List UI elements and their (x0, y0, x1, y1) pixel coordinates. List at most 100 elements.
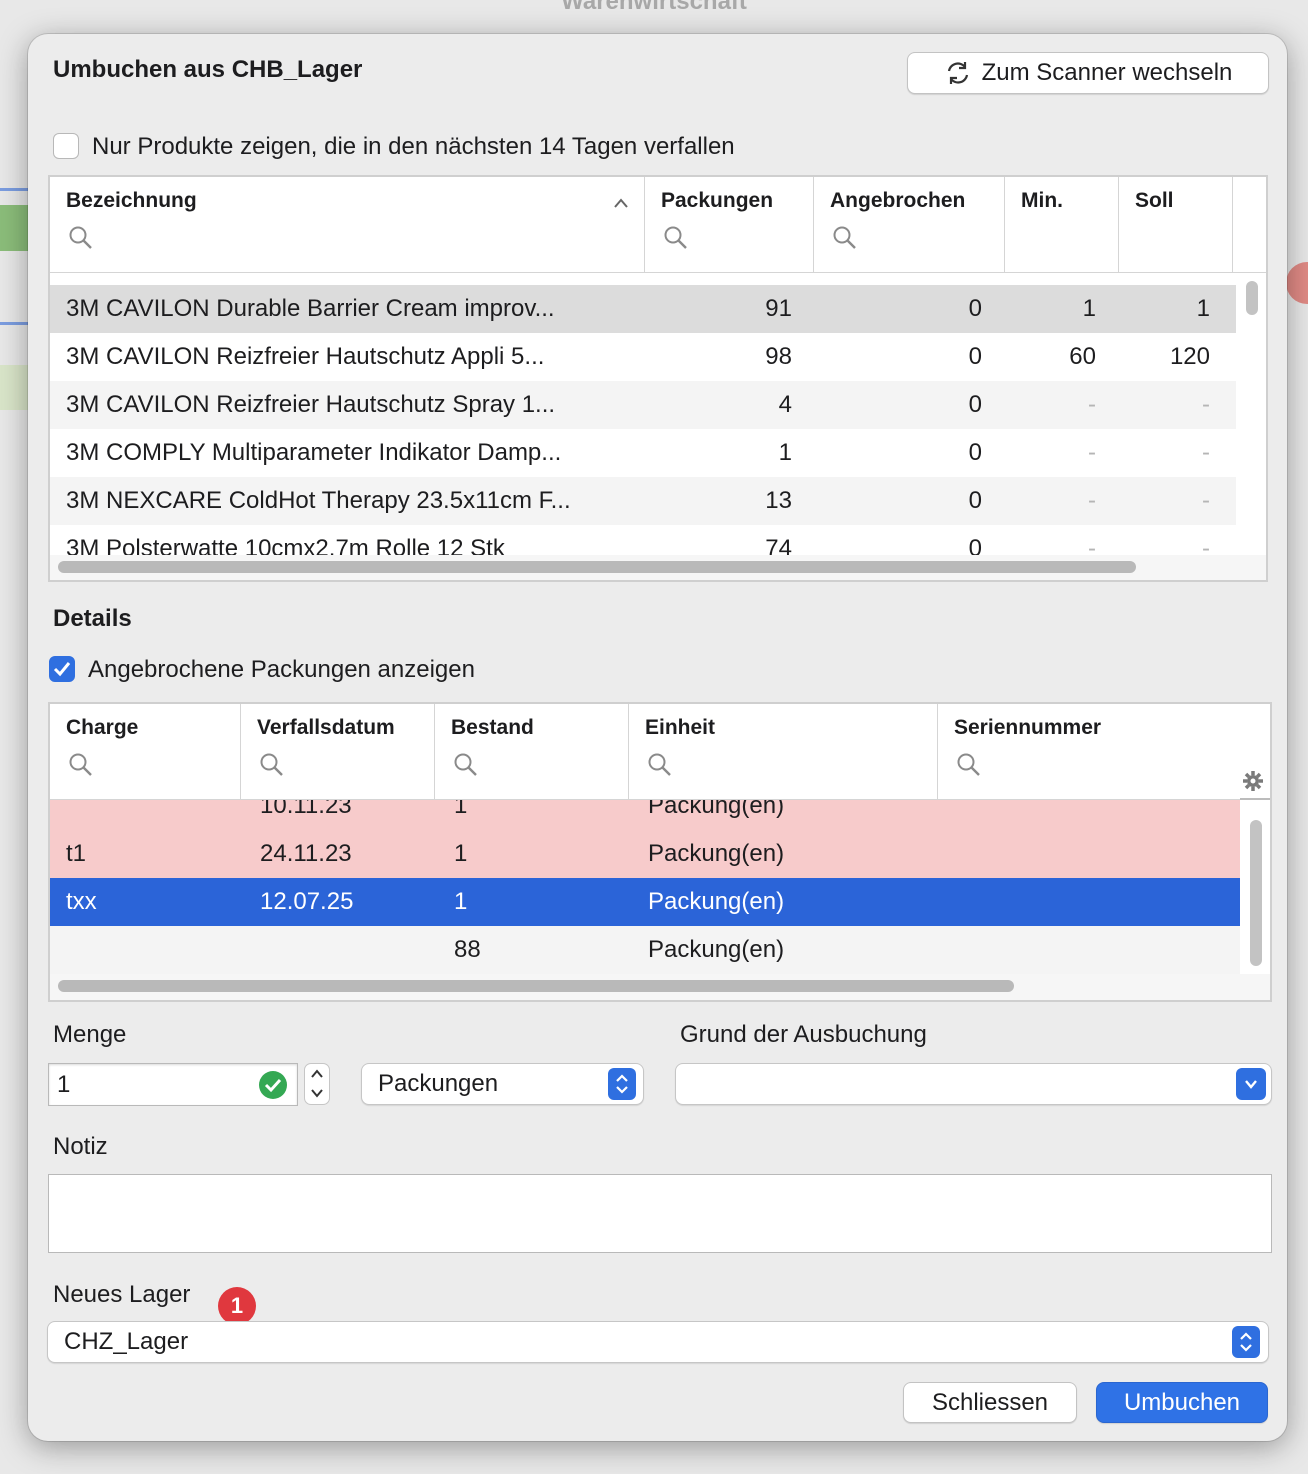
soll-value: - (1202, 535, 1210, 555)
horizontal-scrollbar[interactable] (58, 561, 1136, 573)
expiry-filter-label: Nur Produkte zeigen, die in den nächsten… (92, 133, 735, 160)
details-heading: Details (53, 605, 132, 632)
grund-select[interactable] (675, 1063, 1272, 1105)
search-icon[interactable] (259, 752, 285, 778)
show-opened-checkbox[interactable] (49, 656, 75, 682)
product-row[interactable]: 3M NEXCARE ColdHot Therapy 23.5x11cm F..… (50, 477, 1236, 525)
soll-value: 120 (1169, 343, 1210, 370)
column-header-bestand[interactable]: Bestand (435, 704, 629, 799)
column-header-einheit[interactable]: Einheit (629, 704, 938, 799)
product-row[interactable]: 3M CAVILON Durable Barrier Cream improv.… (50, 285, 1236, 333)
updown-chevron-icon (1232, 1326, 1260, 1358)
chevron-up-icon[interactable] (310, 1069, 324, 1079)
column-title: Angebrochen (830, 189, 966, 212)
soll-value: - (1202, 391, 1210, 418)
packungen-value: 74 (765, 535, 792, 555)
serial-value (957, 830, 1237, 878)
chevron-down-icon (1236, 1068, 1266, 1100)
chevron-down-icon[interactable] (310, 1088, 324, 1098)
batch-row[interactable]: t1 24.11.23 1 Packung(en) (50, 830, 1240, 878)
column-title: Min. (1021, 189, 1063, 212)
search-icon[interactable] (68, 752, 94, 778)
column-header-seriennummer[interactable]: Seriennummer (938, 704, 1270, 799)
vertical-scrollbar[interactable] (1250, 820, 1262, 966)
vertical-scrollbar[interactable] (1246, 281, 1258, 315)
menge-input[interactable]: 1 (48, 1063, 298, 1106)
expiry-value (260, 926, 430, 974)
close-button[interactable]: Schliessen (903, 1382, 1077, 1423)
gear-icon[interactable] (1242, 770, 1264, 792)
product-name: 3M CAVILON Reizfreier Hautschutz Appli 5… (66, 343, 545, 370)
neues-lager-label: Neues Lager (53, 1281, 191, 1308)
angebrochen-value: 0 (968, 535, 982, 555)
header-divider (1240, 798, 1270, 800)
unit-value: Packung(en) (648, 840, 785, 867)
column-title: Bezeichnung (66, 189, 197, 212)
notiz-label: Notiz (53, 1133, 108, 1160)
notiz-textarea[interactable] (48, 1174, 1272, 1253)
charge-value: txx (66, 888, 97, 915)
unit-value: Packung(en) (648, 888, 785, 915)
serial-value (957, 878, 1237, 926)
stock-value: 1 (454, 840, 468, 867)
unit-select-value: Packungen (378, 1070, 499, 1097)
column-title: Seriennummer (954, 716, 1102, 739)
min-value: - (1088, 535, 1096, 555)
column-header-min[interactable]: Min. (1005, 177, 1119, 272)
search-icon[interactable] (663, 225, 689, 251)
column-title: Verfallsdatum (257, 716, 395, 739)
search-icon[interactable] (68, 225, 94, 251)
sort-ascending-icon (614, 198, 628, 208)
horizontal-scrollbar[interactable] (58, 980, 1014, 992)
notification-badge: 1 (218, 1287, 256, 1325)
packungen-value: 1 (778, 439, 792, 466)
valid-check-icon (259, 1071, 287, 1099)
column-header-charge[interactable]: Charge (50, 704, 241, 799)
column-title: Bestand (451, 716, 534, 739)
window-title: Warenwirtschaft (561, 0, 747, 15)
batch-row[interactable]: 88 Packung(en) (50, 926, 1240, 974)
column-header-soll[interactable]: Soll (1119, 177, 1233, 272)
unit-value: Packung(en) (648, 936, 785, 963)
search-icon[interactable] (832, 225, 858, 251)
switch-to-scanner-label: Zum Scanner wechseln (981, 59, 1233, 86)
serial-value (957, 926, 1237, 974)
search-icon[interactable] (453, 752, 479, 778)
product-row[interactable]: 3M CAVILON Reizfreier Hautschutz Spray 1… (50, 381, 1236, 429)
column-header-verfallsdatum[interactable]: Verfallsdatum (241, 704, 435, 799)
bg-divider (0, 188, 30, 191)
batch-row-selected[interactable]: txx 12.07.25 1 Packung(en) (50, 878, 1240, 926)
dialog-title: Umbuchen aus CHB_Lager (53, 56, 363, 83)
umbuchen-dialog: Umbuchen aus CHB_Lager Zum Scanner wechs… (28, 34, 1287, 1441)
column-title: Charge (66, 716, 139, 739)
column-header-angebrochen[interactable]: Angebrochen (814, 177, 1005, 272)
expiry-value: 24.11.23 (260, 840, 352, 867)
switch-to-scanner-button[interactable]: Zum Scanner wechseln (907, 52, 1269, 94)
expiry-filter-checkbox[interactable] (53, 133, 79, 159)
product-row[interactable]: 3M Polsterwatte 10cmx2.7m Rolle 12 Stk 7… (50, 525, 1236, 555)
column-header-bezeichnung[interactable]: Bezeichnung (50, 177, 645, 272)
stock-value: 88 (454, 936, 481, 963)
details-table-header: Charge Verfallsdatum Bestand Einheit Ser… (50, 704, 1270, 800)
neues-lager-select[interactable]: CHZ_Lager (47, 1321, 1269, 1363)
product-row[interactable]: 3M CAVILON Reizfreier Hautschutz Appli 5… (50, 333, 1236, 381)
unit-select[interactable]: Packungen (361, 1063, 644, 1105)
product-row[interactable]: 3M COMPLY Multiparameter Indikator Damp.… (50, 429, 1236, 477)
packungen-value: 13 (765, 487, 792, 514)
column-title: Packungen (661, 189, 774, 212)
expiry-value: 12.07.25 (260, 888, 354, 915)
column-header-packungen[interactable]: Packungen (645, 177, 814, 272)
menge-stepper[interactable] (304, 1063, 330, 1105)
min-value: 1 (1082, 295, 1096, 322)
product-name: 3M COMPLY Multiparameter Indikator Damp.… (66, 439, 562, 466)
angebrochen-value: 0 (968, 295, 982, 322)
grund-label: Grund der Ausbuchung (680, 1021, 927, 1048)
column-title: Soll (1135, 189, 1174, 212)
packungen-value: 91 (765, 295, 792, 322)
details-table: Charge Verfallsdatum Bestand Einheit Ser… (48, 702, 1272, 1002)
min-value: 60 (1069, 343, 1096, 370)
search-icon[interactable] (647, 752, 673, 778)
product-name: 3M CAVILON Durable Barrier Cream improv.… (66, 295, 555, 322)
search-icon[interactable] (956, 752, 982, 778)
umbuchen-button[interactable]: Umbuchen (1096, 1382, 1268, 1423)
